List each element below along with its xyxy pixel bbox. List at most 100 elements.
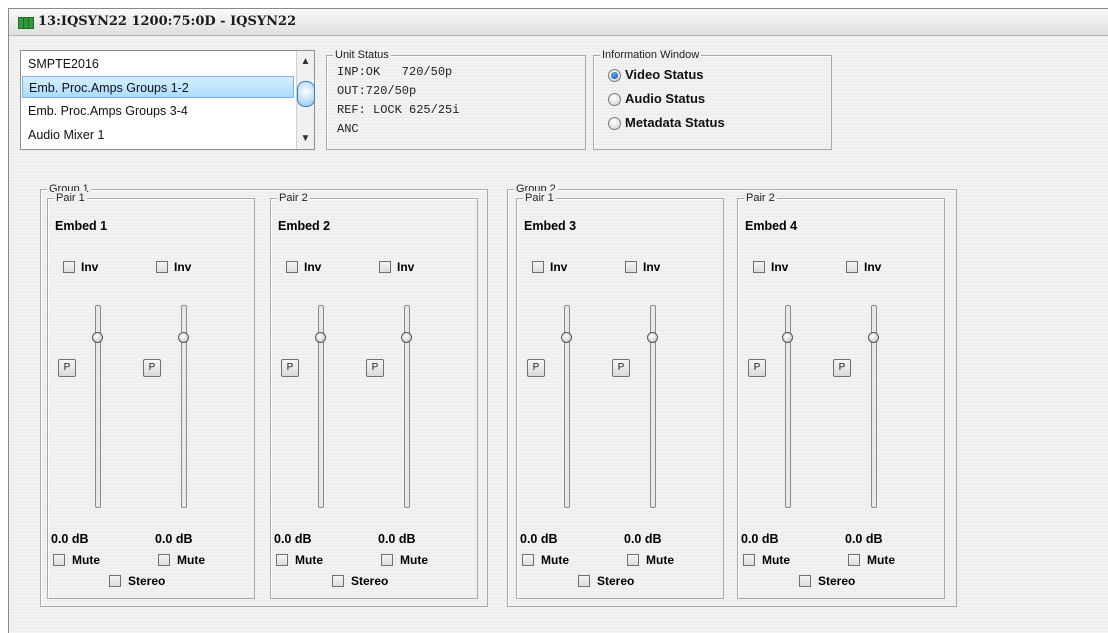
radio-selected-icon[interactable]	[608, 69, 621, 82]
inv-right-label: Inv	[864, 260, 882, 274]
fader-left-knob[interactable]	[782, 332, 793, 343]
mute-left-label: Mute	[295, 553, 323, 567]
stereo-checkbox[interactable]	[799, 575, 811, 587]
left-db-readout: 0.0 dB	[274, 532, 312, 546]
p-left-button[interactable]: P	[748, 359, 766, 377]
p-left-button[interactable]: P	[281, 359, 299, 377]
fader-right-knob[interactable]	[647, 332, 658, 343]
fader-left-knob[interactable]	[92, 332, 103, 343]
pair-label: Pair 2	[277, 191, 310, 205]
unit-status-line-out: OUT:720/50p	[337, 84, 417, 98]
pair-label: Pair 1	[523, 191, 556, 205]
unit-status-line-inp: INP:OK 720/50p	[337, 65, 453, 79]
left-db-readout: 0.0 dB	[51, 532, 89, 546]
embed-title: Embed 1	[55, 219, 108, 233]
scroll-down-icon[interactable]: ▼	[297, 130, 314, 147]
inv-right-checkbox[interactable]	[625, 261, 637, 273]
stereo-label: Stereo	[351, 574, 389, 588]
embed-title: Embed 4	[745, 219, 798, 233]
p-right-button[interactable]: P	[143, 359, 161, 377]
menu-listbox[interactable]: SMPTE2016 Emb. Proc.Amps Groups 1-2 Emb.…	[20, 50, 315, 150]
stereo-checkbox[interactable]	[109, 575, 121, 587]
stereo-label: Stereo	[128, 574, 166, 588]
embed-title: Embed 2	[278, 219, 331, 233]
unit-status-panel: Unit Status INP:OK 720/50p OUT:720/50p R…	[326, 48, 586, 150]
inv-left-checkbox[interactable]	[63, 261, 75, 273]
mute-right-checkbox[interactable]	[381, 554, 393, 566]
right-db-readout: 0.0 dB	[624, 532, 662, 546]
stereo-checkbox[interactable]	[578, 575, 590, 587]
left-db-readout: 0.0 dB	[741, 532, 779, 546]
p-right-button[interactable]: P	[366, 359, 384, 377]
app-icon	[18, 17, 34, 29]
list-item-emb-proc-amps-1-2[interactable]: Emb. Proc.Amps Groups 1-2	[22, 76, 294, 98]
inv-right-label: Inv	[643, 260, 661, 274]
group-2-panel: Group 2 Pair 1 Embed 3 Inv Inv P P 0.0 d…	[507, 182, 957, 607]
inv-left-label: Inv	[304, 260, 322, 274]
radio-label: Audio Status	[625, 91, 706, 106]
inv-right-checkbox[interactable]	[379, 261, 391, 273]
inv-left-label: Inv	[771, 260, 789, 274]
inv-right-checkbox[interactable]	[846, 261, 858, 273]
pair-panel: Pair 1 Embed 1 Inv Inv P P 0.0 dB 0.0 dB…	[47, 191, 255, 599]
left-db-readout: 0.0 dB	[520, 532, 558, 546]
scroll-thumb[interactable]	[297, 81, 315, 107]
p-right-button[interactable]: P	[833, 359, 851, 377]
fader-right-knob[interactable]	[401, 332, 412, 343]
mute-left-checkbox[interactable]	[522, 554, 534, 566]
mute-left-label: Mute	[541, 553, 569, 567]
window-title: 13:IQSYN22 1200:75:0D - IQSYN22	[38, 14, 297, 29]
title-bar: 13:IQSYN22 1200:75:0D - IQSYN22	[9, 9, 1108, 36]
right-db-readout: 0.0 dB	[845, 532, 883, 546]
inv-left-checkbox[interactable]	[753, 261, 765, 273]
list-scrollbar[interactable]: ▲ ▼	[296, 51, 315, 149]
right-db-readout: 0.0 dB	[378, 532, 416, 546]
radio-label: Metadata Status	[625, 115, 725, 130]
inv-left-checkbox[interactable]	[532, 261, 544, 273]
unit-status-title: Unit Status	[333, 48, 391, 62]
stereo-label: Stereo	[597, 574, 635, 588]
mute-right-checkbox[interactable]	[627, 554, 639, 566]
list-item-audio-mixer-1[interactable]: Audio Mixer 1	[22, 124, 294, 146]
pair-label: Pair 2	[744, 191, 777, 205]
radio-icon[interactable]	[608, 93, 621, 106]
list-item-emb-proc-amps-3-4[interactable]: Emb. Proc.Amps Groups 3-4	[22, 100, 294, 122]
radio-icon[interactable]	[608, 117, 621, 130]
mute-left-label: Mute	[762, 553, 790, 567]
inv-left-label: Inv	[81, 260, 99, 274]
mute-left-checkbox[interactable]	[53, 554, 65, 566]
fader-right-knob[interactable]	[178, 332, 189, 343]
stereo-checkbox[interactable]	[332, 575, 344, 587]
information-window-title: Information Window	[600, 48, 702, 62]
mute-right-label: Mute	[177, 553, 205, 567]
scroll-up-icon[interactable]: ▲	[297, 53, 314, 70]
inv-left-checkbox[interactable]	[286, 261, 298, 273]
p-right-button[interactable]: P	[612, 359, 630, 377]
pair-panel: Pair 2 Embed 2 Inv Inv P P 0.0 dB 0.0 dB…	[270, 191, 478, 599]
pair-label: Pair 1	[54, 191, 87, 205]
fader-right-knob[interactable]	[868, 332, 879, 343]
app-window: 13:IQSYN22 1200:75:0D - IQSYN22 SMPTE201…	[8, 8, 1108, 633]
fader-left-knob[interactable]	[315, 332, 326, 343]
unit-status-line-anc: ANC	[337, 122, 359, 136]
radio-label: Video Status	[625, 67, 704, 82]
p-left-button[interactable]: P	[527, 359, 545, 377]
inv-right-checkbox[interactable]	[156, 261, 168, 273]
list-item-smpte2016[interactable]: SMPTE2016	[22, 53, 294, 75]
right-db-readout: 0.0 dB	[155, 532, 193, 546]
mute-right-label: Mute	[646, 553, 674, 567]
stereo-label: Stereo	[818, 574, 856, 588]
mute-right-checkbox[interactable]	[158, 554, 170, 566]
fader-left-knob[interactable]	[561, 332, 572, 343]
information-window-panel: Information Window Video Status Audio St…	[593, 48, 832, 150]
group-1-panel: Group 1 Pair 1 Embed 1 Inv Inv P P 0.0 d…	[40, 182, 488, 607]
inv-right-label: Inv	[174, 260, 192, 274]
mute-right-label: Mute	[400, 553, 428, 567]
mute-right-checkbox[interactable]	[848, 554, 860, 566]
p-left-button[interactable]: P	[58, 359, 76, 377]
pair-panel: Pair 2 Embed 4 Inv Inv P P 0.0 dB 0.0 dB…	[737, 191, 945, 599]
mute-left-checkbox[interactable]	[276, 554, 288, 566]
mute-right-label: Mute	[867, 553, 895, 567]
pair-panel: Pair 1 Embed 3 Inv Inv P P 0.0 dB 0.0 dB…	[516, 191, 724, 599]
mute-left-checkbox[interactable]	[743, 554, 755, 566]
